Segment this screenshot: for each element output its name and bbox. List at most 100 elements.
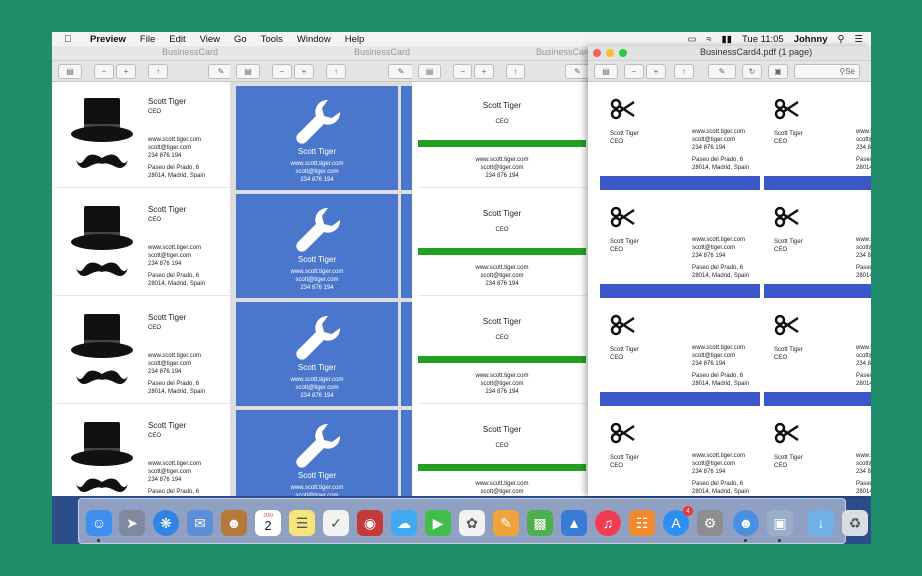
scissors-icon	[774, 314, 799, 336]
card-address1: Paseo del Prado, 6	[148, 165, 200, 171]
zoom-out-button[interactable]: −	[624, 63, 644, 79]
card-phone: 234 876 194	[300, 177, 334, 183]
menu-view[interactable]: View	[200, 34, 220, 45]
notification-center-icon[interactable]: ☰	[854, 34, 863, 45]
preview-icon[interactable]: ▣	[767, 510, 793, 536]
books-icon[interactable]: ☷	[629, 510, 655, 536]
spotlight-icon[interactable]: ⚲	[838, 34, 845, 45]
preview-window-3[interactable]: BusinessCard ▤ − + ↑ ✎ Scott Tiger CEO www…	[412, 46, 590, 496]
card-email: scott@tiger.com	[295, 169, 339, 175]
finder-icon[interactable]: ☺	[86, 510, 112, 536]
preview-window-2[interactable]: BusinessCard ▤ − + ↑ ✎ Scott Tiger www.sc…	[230, 46, 414, 496]
sidebar-button[interactable]: ▤	[236, 63, 260, 79]
card-name: Scott Tiger	[148, 97, 187, 106]
share-button[interactable]: ↑	[505, 63, 525, 79]
notes-icon[interactable]: ☰	[289, 510, 315, 536]
photos-icon[interactable]: ✿	[459, 510, 485, 536]
preview-window-1[interactable]: BusinessCard ▤ − + ↑ ✎ Scott Tiger CEO www…	[52, 46, 234, 496]
mail-icon[interactable]: ✉	[187, 510, 213, 536]
card-role: CEO	[610, 355, 624, 361]
card-name: Scott Tiger	[774, 347, 803, 353]
airplay-icon[interactable]: ▭	[687, 34, 696, 45]
sidebar-button[interactable]: ▤	[594, 63, 618, 79]
card-phone: 234 876 194	[856, 145, 871, 151]
menu-tools[interactable]: Tools	[261, 34, 283, 45]
markup-button[interactable]: ✎	[708, 63, 736, 79]
window-titlebar[interactable]: BusinessCard4.pdf (1 page)	[588, 46, 871, 61]
window-titlebar[interactable]: BusinessCard	[52, 46, 234, 61]
menu-go[interactable]: Go	[234, 34, 247, 45]
card-email: scott@tiger.com	[692, 353, 736, 359]
document-view[interactable]: Scott Tiger CEO www.scott.tiger.com scott@t…	[588, 82, 871, 496]
markup-button[interactable]: ✎	[388, 63, 414, 79]
wrench-icon	[296, 423, 341, 468]
card-address1: Paseo del Prado, 6	[856, 373, 871, 379]
scissors-icon	[610, 314, 635, 336]
user-folder-icon[interactable]: ☻	[733, 510, 759, 536]
messages-icon[interactable]: ☁	[391, 510, 417, 536]
window-titlebar[interactable]: BusinessCard	[230, 46, 414, 61]
card-web: www.scott.tiger.com	[856, 237, 871, 243]
downloads-folder-icon[interactable]: ↓	[808, 510, 834, 536]
menu-user[interactable]: Johnny	[794, 34, 828, 45]
calendar-icon[interactable]: JUN 2	[255, 510, 281, 536]
card-name: Scott Tiger	[610, 239, 639, 245]
window-title: BusinessCard4.pdf (1 page)	[700, 47, 813, 57]
card-email: scott@tiger.com	[692, 461, 736, 467]
zoom-window-button[interactable]	[619, 49, 627, 57]
facetime-icon[interactable]: ▶	[425, 510, 451, 536]
wifi-icon[interactable]: ≈	[706, 34, 711, 45]
card-role: CEO	[610, 463, 624, 469]
pages-icon[interactable]: ✎	[493, 510, 519, 536]
numbers-icon[interactable]: ▩	[527, 510, 553, 536]
share-button[interactable]: ↑	[326, 63, 346, 79]
battery-icon[interactable]: ▮▮	[722, 34, 732, 45]
zoom-out-button[interactable]: −	[453, 63, 473, 79]
sidebar-button[interactable]: ▤	[418, 63, 442, 79]
card-phone: 234 876 194	[485, 389, 519, 395]
launchpad-icon[interactable]: ➤	[119, 510, 145, 536]
document-view[interactable]: Scott Tiger CEO www.scott.tiger.com scott@t…	[52, 82, 234, 496]
document-view[interactable]: Scott Tiger www.scott.tiger.com scott@tige…	[230, 82, 414, 496]
close-window-button[interactable]	[593, 49, 601, 57]
markup-button[interactable]: ✎	[564, 63, 590, 79]
window-toolbar: ▤ − + ↑ ✎	[52, 61, 234, 82]
menu-help[interactable]: Help	[345, 34, 365, 45]
card-name: Scott Tiger	[774, 239, 803, 245]
document-view[interactable]: Scott Tiger CEO www.scott.tiger.com scott@t…	[412, 82, 590, 496]
system-preferences-icon[interactable]: ⚙	[697, 510, 723, 536]
toolbox-button[interactable]: ▣	[768, 63, 788, 79]
safari-icon[interactable]: ❋	[153, 510, 179, 536]
zoom-in-button[interactable]: +	[474, 63, 494, 79]
menu-file[interactable]: File	[140, 34, 155, 45]
music-icon[interactable]: ♫	[595, 510, 621, 536]
sidebar-button[interactable]: ▤	[58, 63, 82, 79]
window-titlebar[interactable]: BusinessCard	[412, 46, 590, 61]
menu-app-name[interactable]: Preview	[90, 34, 126, 45]
zoom-in-button[interactable]: +	[294, 63, 314, 79]
card-name: Scott Tiger	[297, 147, 337, 156]
app-store-icon[interactable]: A4	[663, 506, 693, 536]
contacts-icon[interactable]: ☻	[221, 510, 247, 536]
card-role: CEO	[774, 355, 788, 361]
photo-booth-icon[interactable]: ◉	[357, 510, 383, 536]
business-card: Scott Tiger CEO www.scott.tiger.com scott@t…	[600, 298, 760, 406]
rotate-button[interactable]: ↻	[742, 63, 762, 79]
reminders-icon[interactable]: ✓	[323, 510, 349, 536]
share-button[interactable]: ↑	[148, 63, 168, 79]
menu-clock[interactable]: Tue 11:05	[742, 34, 784, 45]
search-field[interactable]: ⚲ Se	[794, 63, 860, 79]
zoom-in-button[interactable]: +	[116, 63, 136, 79]
keynote-icon[interactable]: ▲	[561, 510, 587, 536]
apple-menu-icon[interactable]: 	[64, 34, 76, 45]
zoom-out-button[interactable]: −	[94, 63, 114, 79]
scissors-icon	[610, 206, 635, 228]
share-button[interactable]: ↑	[674, 63, 694, 79]
minimize-window-button[interactable]	[606, 49, 614, 57]
zoom-out-button[interactable]: −	[272, 63, 292, 79]
zoom-in-button[interactable]: +	[646, 63, 666, 79]
menu-edit[interactable]: Edit	[169, 34, 185, 45]
menu-window[interactable]: Window	[297, 34, 331, 45]
trash-icon[interactable]: ♻	[842, 510, 868, 536]
preview-window-active[interactable]: BusinessCard4.pdf (1 page) ▤ − + ↑ ✎ ↻ ▣…	[588, 46, 871, 496]
